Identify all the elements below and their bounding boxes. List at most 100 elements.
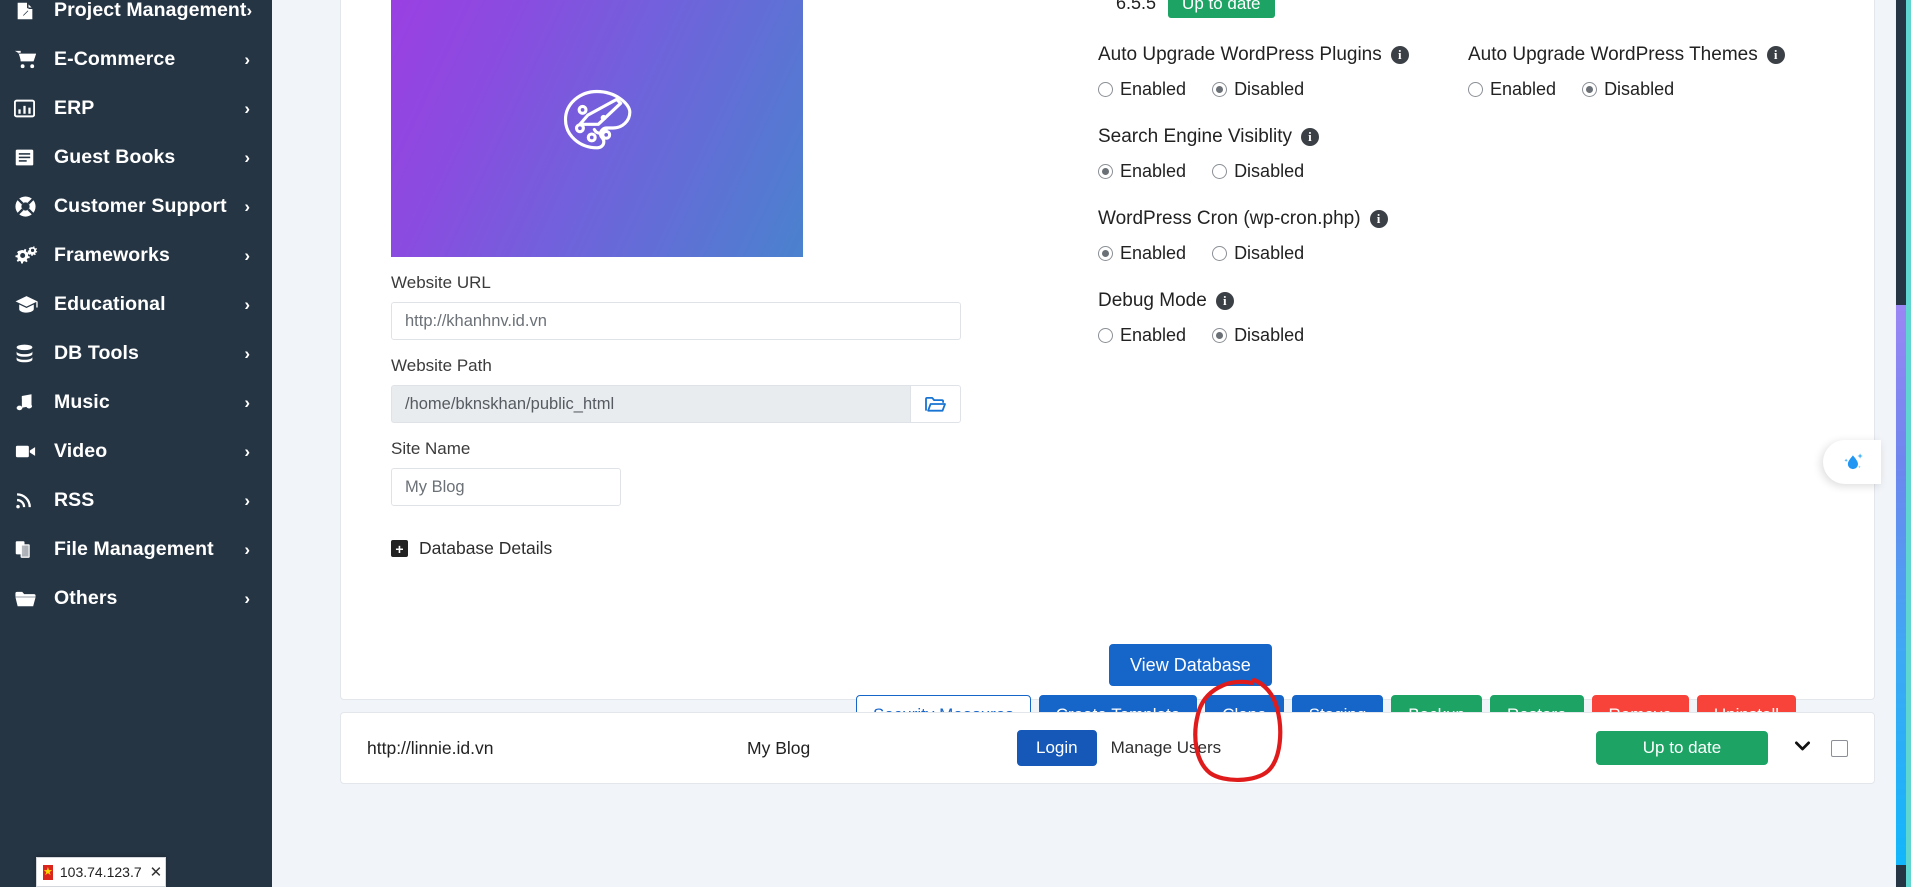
radio-label: Disabled xyxy=(1234,161,1305,181)
sidebar-item-frameworks[interactable]: Frameworks › xyxy=(0,231,272,280)
radio-circle[interactable] xyxy=(1098,164,1113,179)
bar-chart-icon xyxy=(14,98,44,119)
palette-icon xyxy=(563,89,632,150)
radio-cron-enabled[interactable]: Enabled xyxy=(1098,243,1186,264)
sidebar: Project Management › E-Commerce › ERP › … xyxy=(0,0,272,887)
login-button[interactable]: Login xyxy=(1017,730,1097,766)
status-badge-up-to-date[interactable]: Up to date xyxy=(1596,731,1768,765)
radio-seo-enabled[interactable]: Enabled xyxy=(1098,161,1186,182)
ip-notification-bar[interactable]: ★ 103.74.123.7 ✕ xyxy=(36,857,166,887)
sidebar-item-others[interactable]: Others › xyxy=(0,574,272,623)
sidebar-item-educational[interactable]: Educational › xyxy=(0,280,272,329)
radio-themes-enabled[interactable]: Enabled xyxy=(1468,79,1556,100)
sidebar-item-e-commerce[interactable]: E-Commerce › xyxy=(0,35,272,84)
info-icon[interactable]: i xyxy=(1300,128,1319,146)
sidebar-item-label: Guest Books xyxy=(54,146,176,168)
setting-radios-debug-mode: Enabled Disabled xyxy=(1098,325,1468,346)
chevron-right-icon: › xyxy=(244,393,250,412)
view-database-wrap: View Database xyxy=(1109,644,1272,686)
sidebar-item-video[interactable]: Video › xyxy=(0,427,272,476)
version-row: 6.5.5 Up to date xyxy=(1116,0,1848,18)
radio-debug-disabled[interactable]: Disabled xyxy=(1212,325,1304,346)
close-icon[interactable]: ✕ xyxy=(150,863,163,881)
vietnam-flag-icon: ★ xyxy=(43,864,53,880)
page-edge-accent xyxy=(1906,0,1911,887)
setting-radios-auto-upgrade-plugins: Enabled Disabled xyxy=(1098,79,1468,100)
plus-square-icon[interactable]: + xyxy=(391,540,408,557)
radio-circle[interactable] xyxy=(1098,82,1113,97)
chevron-right-icon: › xyxy=(244,246,250,265)
setting-title-search-engine-visibility: Search Engine Visiblity i xyxy=(1098,126,1468,148)
radio-circle[interactable] xyxy=(1468,82,1483,97)
lifebuoy-icon xyxy=(14,195,44,218)
database-details-row[interactable]: + Database Details xyxy=(391,538,1072,559)
info-icon[interactable]: i xyxy=(1215,292,1234,310)
website-url-input[interactable]: http://khanhnv.id.vn xyxy=(391,302,961,340)
radio-circle[interactable] xyxy=(1212,328,1228,343)
info-icon[interactable]: i xyxy=(1369,210,1388,228)
water-drop-sparkle-widget[interactable] xyxy=(1823,440,1881,484)
site-name-input[interactable]: My Blog xyxy=(391,468,621,506)
info-icon[interactable]: i xyxy=(1766,46,1785,64)
row-checkbox[interactable] xyxy=(1831,739,1848,757)
setting-label: Auto Upgrade WordPress Themes xyxy=(1468,44,1758,65)
sidebar-item-db-tools[interactable]: DB Tools › xyxy=(0,329,272,378)
radio-circle[interactable] xyxy=(1098,328,1113,343)
website-path-row: /home/bknskhan/public_html xyxy=(391,385,961,423)
manage-users-link[interactable]: Manage Users xyxy=(1111,738,1222,758)
chevron-right-icon: › xyxy=(244,99,250,118)
sidebar-item-music[interactable]: Music › xyxy=(0,378,272,427)
radio-plugins-enabled[interactable]: Enabled xyxy=(1098,79,1186,100)
version-status-badge: Up to date xyxy=(1168,0,1275,18)
edit-document-icon xyxy=(14,0,44,22)
setting-radios-search-engine-visibility: Enabled Disabled xyxy=(1098,161,1468,182)
radio-themes-disabled[interactable]: Disabled xyxy=(1582,79,1674,100)
radio-label: Enabled xyxy=(1490,79,1557,99)
open-folder-icon[interactable] xyxy=(910,385,961,423)
chevron-right-icon: › xyxy=(244,295,250,314)
radio-circle[interactable] xyxy=(1212,164,1228,179)
setting-label: Search Engine Visiblity xyxy=(1098,126,1292,147)
radio-circle[interactable] xyxy=(1212,82,1228,97)
sidebar-item-label: ERP xyxy=(54,97,95,119)
music-note-icon xyxy=(14,392,44,413)
radio-circle[interactable] xyxy=(1098,246,1113,261)
sidebar-item-erp[interactable]: ERP › xyxy=(0,84,272,133)
radio-label: Disabled xyxy=(1234,325,1305,345)
chevron-right-icon: › xyxy=(244,50,250,69)
site-row-url[interactable]: http://linnie.id.vn xyxy=(367,738,747,759)
radio-cron-disabled[interactable]: Disabled xyxy=(1212,243,1304,264)
chevron-right-icon: › xyxy=(244,589,250,608)
sidebar-item-rss[interactable]: RSS › xyxy=(0,476,272,525)
setting-label: Auto Upgrade WordPress Plugins xyxy=(1098,44,1382,65)
sidebar-item-project-management[interactable]: Project Management › xyxy=(0,0,272,35)
site-detail-left-column: Website URL http://khanhnv.id.vn Website… xyxy=(367,0,1072,699)
chevron-down-icon[interactable] xyxy=(1792,735,1813,762)
website-path-input[interactable]: /home/bknskhan/public_html xyxy=(391,385,910,423)
site-list-row[interactable]: http://linnie.id.vn My Blog Login Manage… xyxy=(340,712,1875,784)
sidebar-item-label: DB Tools xyxy=(54,342,139,364)
info-icon[interactable]: i xyxy=(1390,46,1409,64)
files-icon xyxy=(14,539,44,560)
water-drop-sparkle-icon xyxy=(1843,452,1863,469)
sidebar-item-label: Customer Support xyxy=(54,195,227,217)
setting-title-auto-upgrade-plugins: Auto Upgrade WordPress Plugins i xyxy=(1098,44,1468,66)
chevron-right-icon: › xyxy=(244,344,250,363)
setting-radios-auto-upgrade-themes: Enabled Disabled xyxy=(1468,79,1828,100)
website-path-label: Website Path xyxy=(391,356,492,375)
sidebar-item-guest-books[interactable]: Guest Books › xyxy=(0,133,272,182)
wordpress-settings-panel: 6.5.5 Up to date Auto Upgrade WordPress … xyxy=(1072,0,1848,699)
sidebar-item-label: RSS xyxy=(54,489,95,511)
setting-label: Debug Mode xyxy=(1098,290,1207,311)
radio-circle[interactable] xyxy=(1582,82,1598,97)
sidebar-item-customer-support[interactable]: Customer Support › xyxy=(0,182,272,231)
radio-label: Enabled xyxy=(1120,243,1187,263)
chevron-right-icon: › xyxy=(244,442,250,461)
radio-seo-disabled[interactable]: Disabled xyxy=(1212,161,1304,182)
sidebar-item-label: E-Commerce xyxy=(54,48,176,70)
radio-plugins-disabled[interactable]: Disabled xyxy=(1212,79,1304,100)
view-database-button[interactable]: View Database xyxy=(1109,644,1272,686)
radio-circle[interactable] xyxy=(1212,246,1228,261)
radio-debug-enabled[interactable]: Enabled xyxy=(1098,325,1186,346)
sidebar-item-file-management[interactable]: File Management › xyxy=(0,525,272,574)
